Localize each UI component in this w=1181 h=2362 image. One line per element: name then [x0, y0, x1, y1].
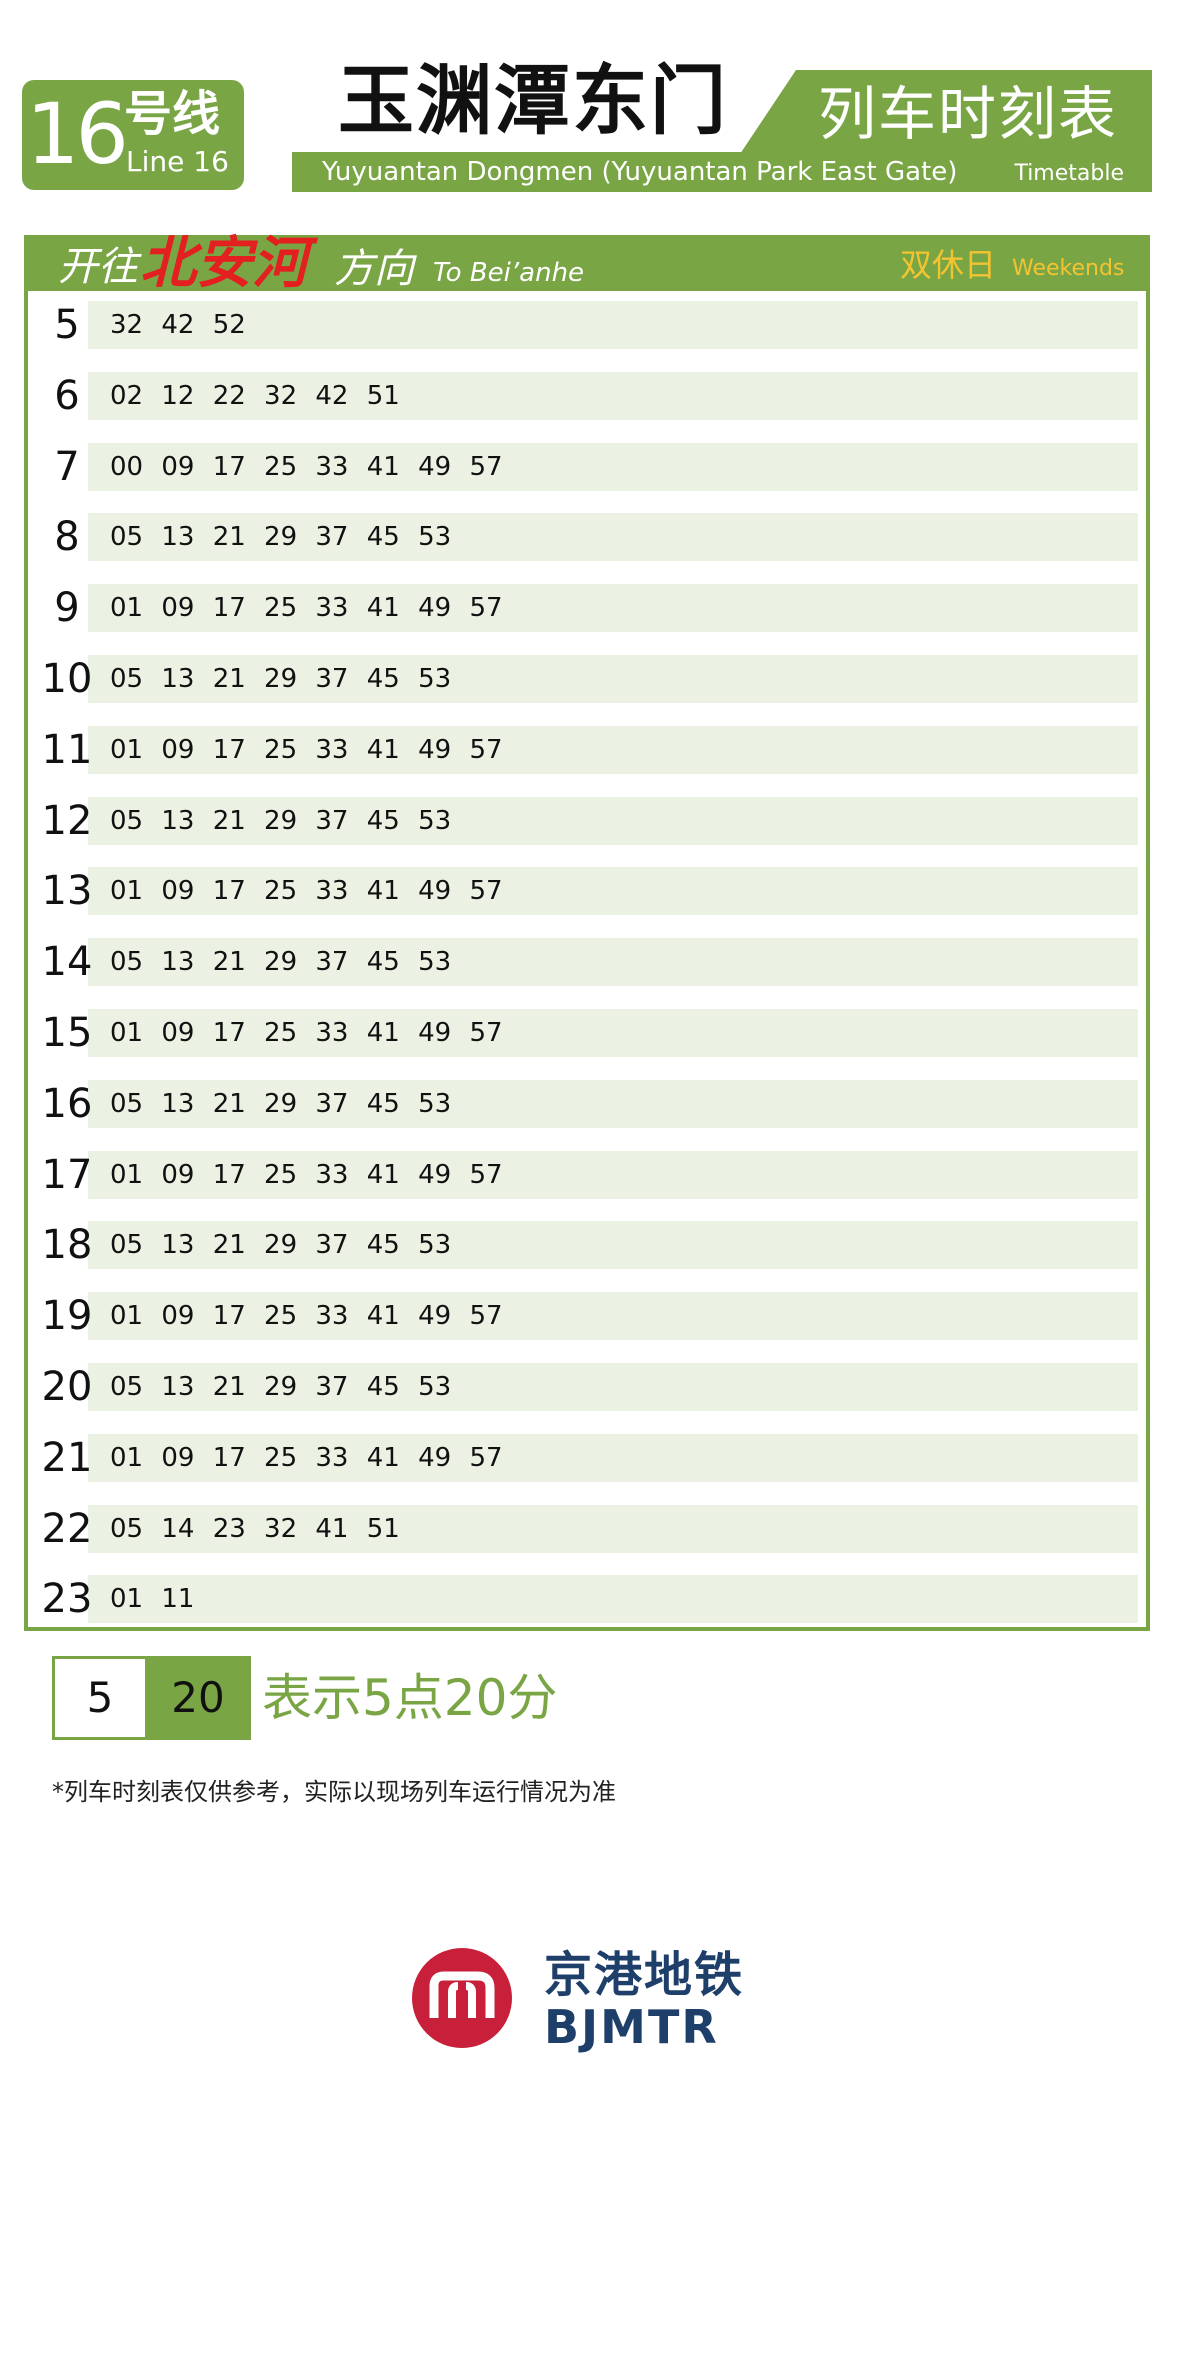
minute-list: 05 14 23 32 41 51 — [110, 1514, 400, 1544]
legend-hour-box: 5 — [52, 1656, 148, 1740]
hour-label: 14 — [41, 939, 93, 985]
hour-label: 8 — [54, 514, 80, 560]
station-name-en: Yuyuantan Dongmen (Yuyuantan Park East G… — [322, 157, 958, 187]
timetable-row: 21 01 09 17 25 33 41 49 57 — [28, 1434, 1146, 1482]
minute-list: 01 09 17 25 33 41 49 57 — [110, 593, 503, 623]
direction-suffix: 方向 — [334, 246, 414, 292]
line-label-en: Line 16 — [126, 145, 229, 178]
timetable-row: 12 05 13 21 29 37 45 53 — [28, 797, 1146, 845]
minute-list: 01 09 17 25 33 41 49 57 — [110, 876, 503, 906]
minute-list: 32 42 52 — [110, 310, 246, 340]
direction-prefix: 开往 — [58, 244, 138, 290]
hour-label: 5 — [54, 302, 80, 348]
timetable-row: 23 01 11 — [28, 1575, 1146, 1623]
timetable-row: 13 01 09 17 25 33 41 49 57 — [28, 867, 1146, 915]
timetable-row: 5 32 42 52 — [28, 301, 1146, 349]
minute-list: 05 13 21 29 37 45 53 — [110, 1372, 452, 1402]
minute-list: 01 09 17 25 33 41 49 57 — [110, 1301, 503, 1331]
timetable-row: 9 01 09 17 25 33 41 49 57 — [28, 584, 1146, 632]
row-background — [88, 1575, 1138, 1623]
timetable-title-en: Timetable — [1014, 161, 1124, 186]
hour-label: 13 — [41, 868, 93, 914]
timetable-title-cn: 列车时刻表 — [817, 80, 1118, 148]
minute-list: 05 13 21 29 37 45 53 — [110, 664, 452, 694]
bjmtr-logo-icon — [412, 1948, 512, 2048]
destination-en: To Bei’anhe — [433, 258, 585, 288]
legend-minute-box: 20 — [145, 1656, 251, 1740]
timetable-row: 7 00 09 17 25 33 41 49 57 — [28, 443, 1146, 491]
hour-label: 11 — [41, 727, 93, 773]
timetable-row: 20 05 13 21 29 37 45 53 — [28, 1363, 1146, 1411]
minute-list: 01 09 17 25 33 41 49 57 — [110, 1018, 503, 1048]
schedule-type-cn: 双休日 — [900, 246, 997, 284]
legend-text: 表示5点20分 — [262, 1669, 558, 1727]
timetable-row: 16 05 13 21 29 37 45 53 — [28, 1080, 1146, 1128]
timetable-row: 11 01 09 17 25 33 41 49 57 — [28, 726, 1146, 774]
bjmtr-logo: 京港地铁 BJMTR — [412, 1944, 772, 2054]
hour-label: 7 — [54, 444, 80, 490]
hour-label: 9 — [54, 585, 80, 631]
hour-label: 17 — [41, 1152, 93, 1198]
disclaimer-note: *列车时刻表仅供参考，实际以现场列车运行情况为准 — [52, 1778, 616, 1806]
hour-label: 6 — [54, 373, 80, 419]
schedule-type-en: Weekends — [1012, 256, 1125, 281]
timetable-row: 18 05 13 21 29 37 45 53 — [28, 1221, 1146, 1269]
minute-list: 00 09 17 25 33 41 49 57 — [110, 452, 503, 482]
hour-label: 20 — [41, 1364, 93, 1410]
minute-list: 01 09 17 25 33 41 49 57 — [110, 735, 503, 765]
minute-list: 05 13 21 29 37 45 53 — [110, 522, 452, 552]
logo-name-cn: 京港地铁 — [544, 1947, 745, 2003]
timetable-row: 10 05 13 21 29 37 45 53 — [28, 655, 1146, 703]
minute-list: 05 13 21 29 37 45 53 — [110, 1230, 452, 1260]
minute-list: 02 12 22 32 42 51 — [110, 381, 400, 411]
minute-list: 01 09 17 25 33 41 49 57 — [110, 1443, 503, 1473]
station-name-cn: 玉渊潭东门 — [338, 56, 728, 145]
timetable-panel: 开往 北安河 方向 To Bei’anhe 双休日 Weekends 5 32 4… — [24, 233, 1150, 1631]
direction-header: 开往 北安河 方向 To Bei’anhe 双休日 Weekends — [28, 233, 1146, 295]
hour-label: 19 — [41, 1293, 93, 1339]
timetable-row: 8 05 13 21 29 37 45 53 — [28, 513, 1146, 561]
timetable-tab: 列车时刻表 — [740, 70, 1152, 154]
hour-label: 23 — [41, 1576, 93, 1622]
hour-label: 10 — [41, 656, 93, 702]
timetable-row: 14 05 13 21 29 37 45 53 — [28, 938, 1146, 986]
timetable-row: 15 01 09 17 25 33 41 49 57 — [28, 1009, 1146, 1057]
minute-list: 05 13 21 29 37 45 53 — [110, 947, 452, 977]
line-number: 16 — [26, 85, 129, 183]
logo-name-en: BJMTR — [544, 2000, 719, 2054]
hour-label: 18 — [41, 1222, 93, 1268]
timetable-row: 17 01 09 17 25 33 41 49 57 — [28, 1151, 1146, 1199]
destination-name: 北安河 — [140, 231, 308, 296]
minute-list: 01 11 — [110, 1584, 195, 1614]
timetable-row: 6 02 12 22 32 42 51 — [28, 372, 1146, 420]
line-label-cn: 号线 — [124, 86, 221, 142]
minute-list: 01 09 17 25 33 41 49 57 — [110, 1160, 503, 1190]
station-title-bar: Yuyuantan Dongmen (Yuyuantan Park East G… — [292, 152, 1152, 192]
minute-list: 05 13 21 29 37 45 53 — [110, 1089, 452, 1119]
hour-label: 22 — [41, 1506, 93, 1552]
timetable-row: 22 05 14 23 32 41 51 — [28, 1505, 1146, 1553]
hour-label: 21 — [41, 1435, 93, 1481]
line-badge: 16 号线 Line 16 — [22, 80, 244, 190]
hour-label: 15 — [41, 1010, 93, 1056]
minute-list: 05 13 21 29 37 45 53 — [110, 806, 452, 836]
hour-label: 16 — [41, 1081, 93, 1127]
hour-label: 12 — [41, 798, 93, 844]
timetable-row: 19 01 09 17 25 33 41 49 57 — [28, 1292, 1146, 1340]
